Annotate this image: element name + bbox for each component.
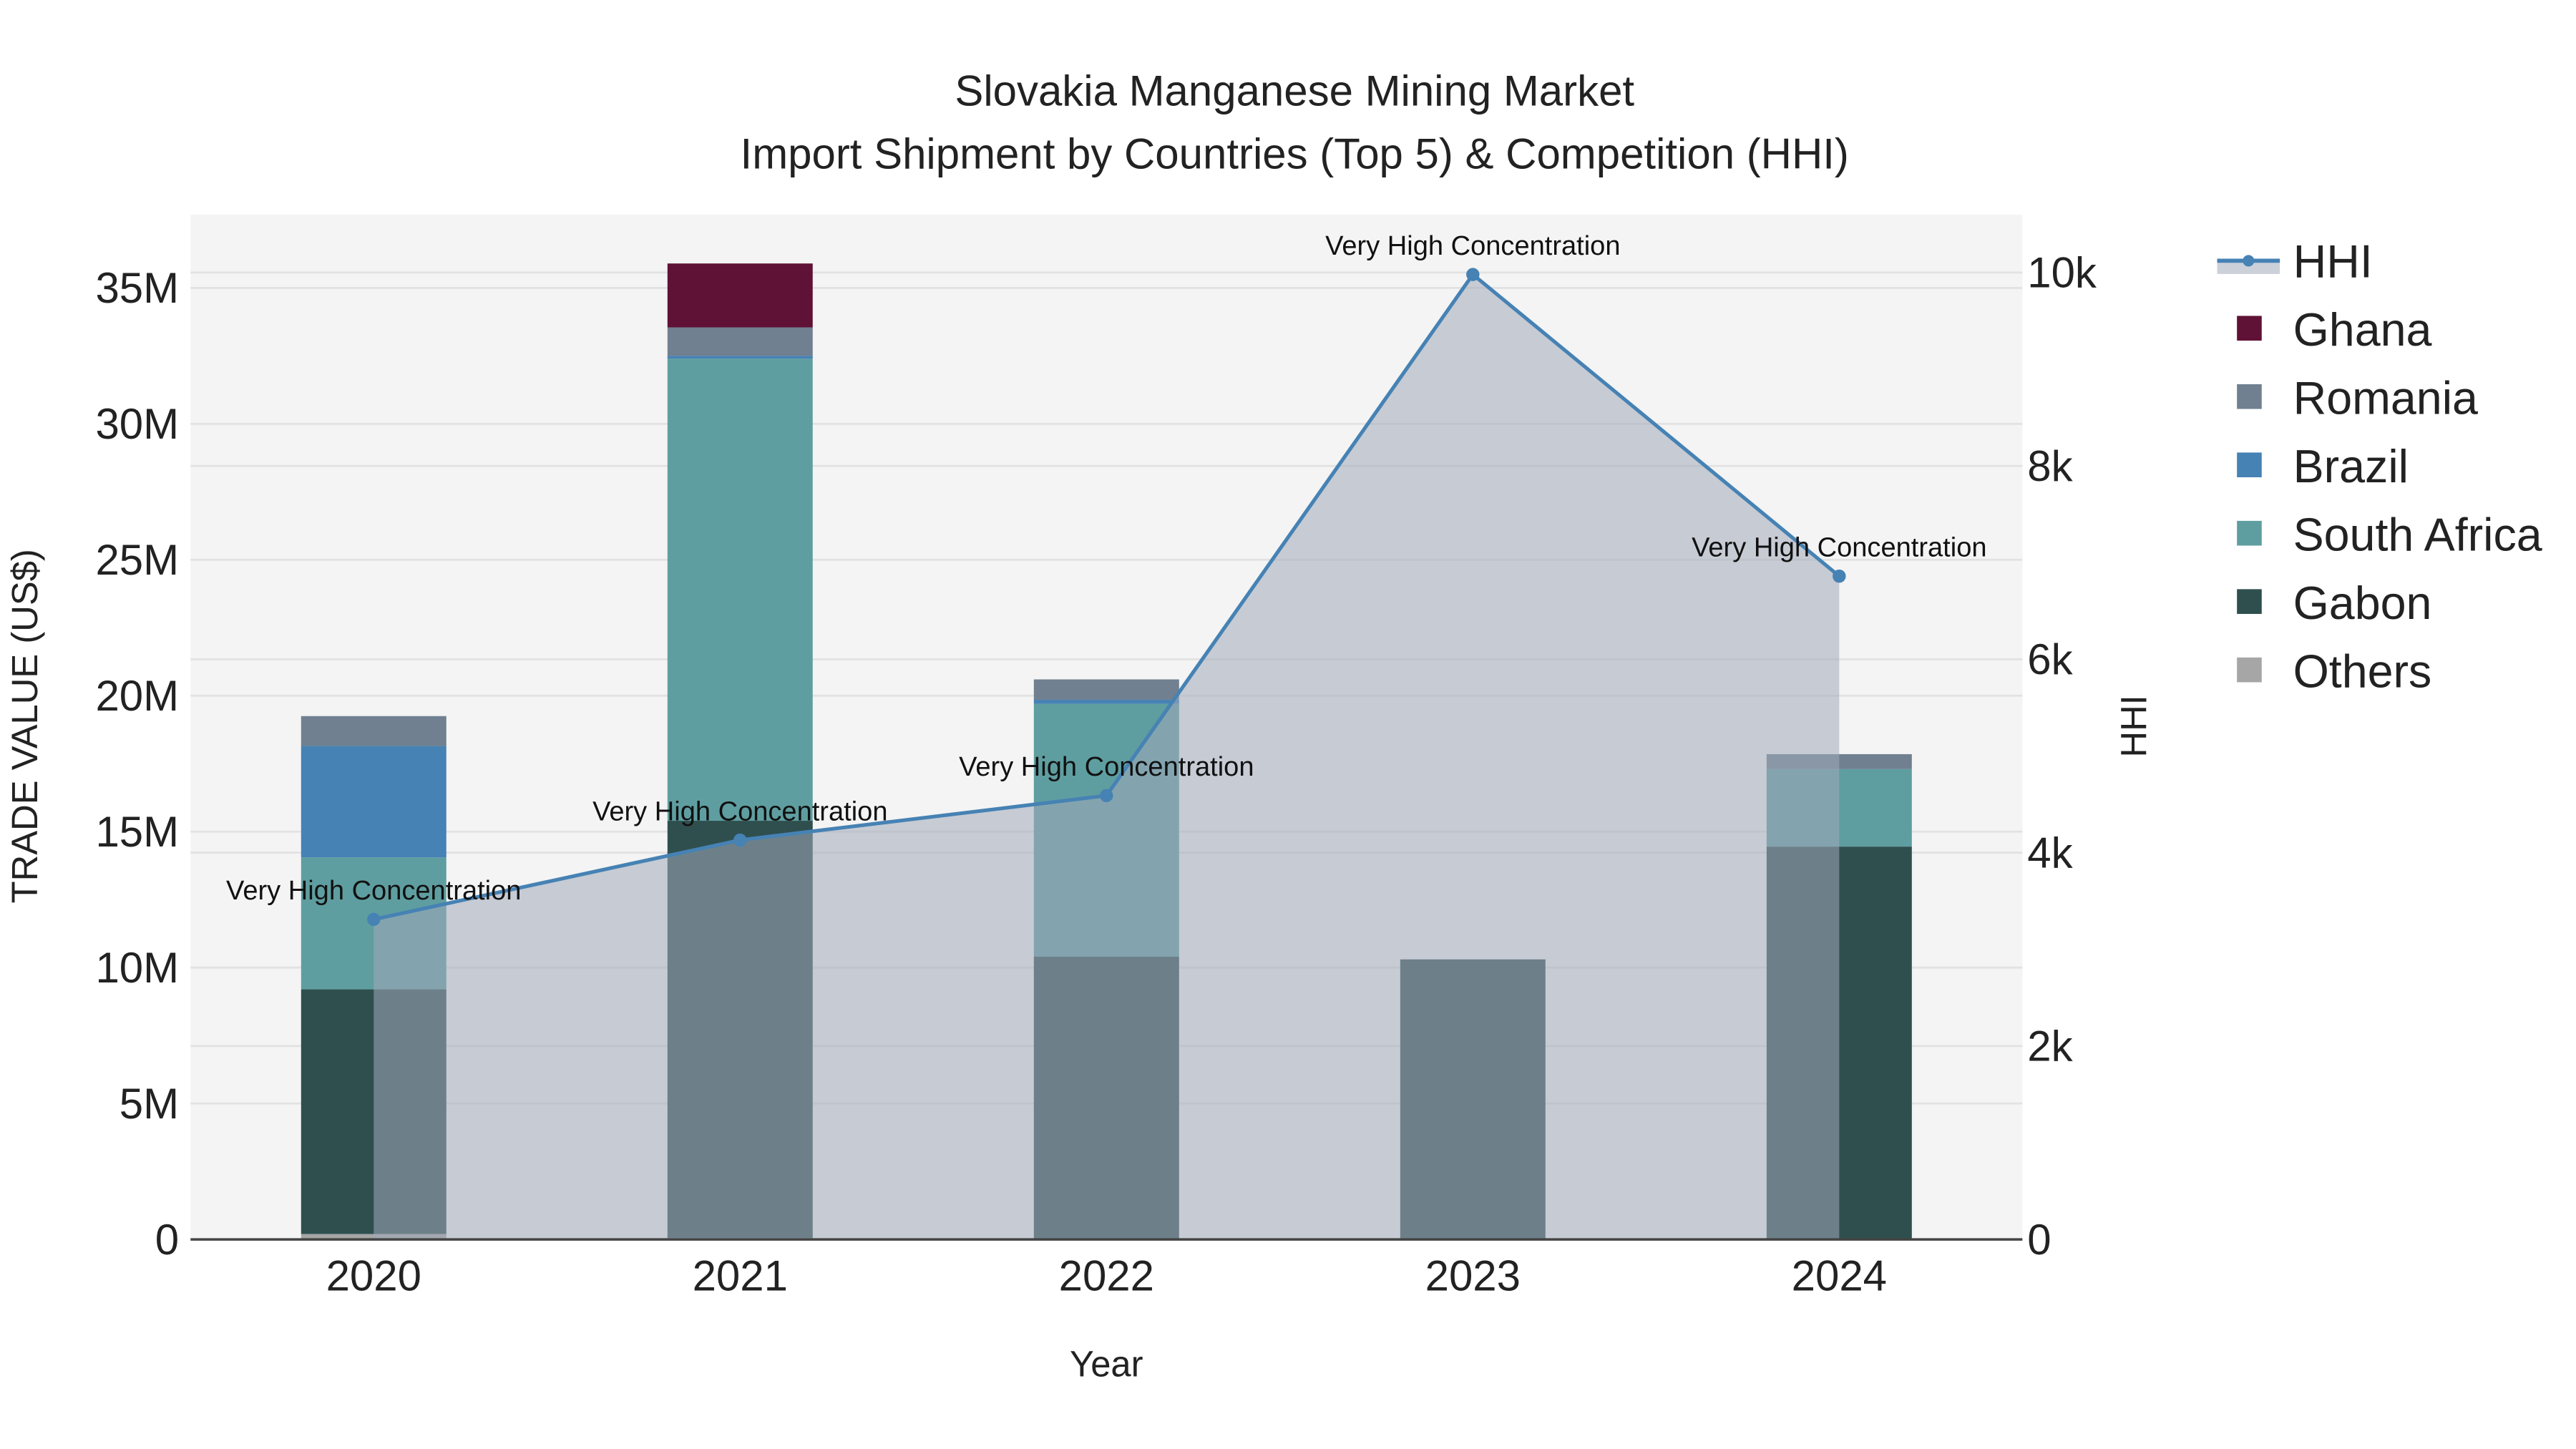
bar-ghana-2021	[667, 263, 813, 328]
x-tick-label: 2022	[1059, 1252, 1154, 1300]
x-tick-label: 2020	[326, 1252, 421, 1300]
y-tick-label: 0	[155, 1216, 179, 1264]
y2-tick-label: 8k	[2027, 442, 2073, 490]
bar-romania-2020	[301, 716, 447, 746]
bar-romania-2021	[667, 327, 813, 356]
hhi-point-2024	[1833, 569, 1846, 583]
hhi-point-2020	[367, 912, 381, 927]
legend-label: Brazil	[2293, 441, 2409, 492]
x-axis-title: Year	[1070, 1344, 1143, 1385]
legend-label: Others	[2293, 645, 2432, 697]
y-tick-label: 35M	[95, 264, 179, 312]
bar-south-africa-2021	[667, 358, 813, 821]
hhi-annotation: Very High Concentration	[592, 796, 887, 826]
y2-tick-label: 4k	[2027, 829, 2073, 877]
chart: Slovakia Manganese Mining Market Import …	[1, 0, 2575, 1449]
x-tick-label: 2024	[1792, 1252, 1887, 1300]
legend-swatch-icon	[2237, 657, 2262, 683]
legend-label: Ghana	[2293, 304, 2432, 356]
y2-axis-title: HHI	[2113, 695, 2154, 757]
legend-swatch-icon	[2237, 384, 2262, 409]
x-tick-label: 2021	[693, 1252, 788, 1300]
y-tick-label: 30M	[95, 400, 179, 448]
bar-brazil-2022	[1033, 699, 1179, 704]
hhi-point-2022	[1100, 789, 1113, 803]
y-tick-label: 25M	[95, 536, 179, 584]
legend-swatch-icon	[2237, 452, 2262, 478]
y-axis-title: TRADE VALUE (US$)	[4, 549, 45, 903]
legend-swatch-icon	[2237, 316, 2262, 341]
legend-label: Romania	[2293, 372, 2478, 424]
legend-label: South Africa	[2293, 509, 2542, 560]
y2-tick-label: 10k	[2027, 249, 2097, 297]
legend-label: Gabon	[2293, 577, 2432, 629]
hhi-annotation: Very High Concentration	[226, 876, 521, 906]
bar-brazil-2020	[301, 746, 447, 858]
bar-brazil-2021	[667, 356, 813, 359]
legend-marker-icon	[2243, 255, 2255, 267]
legend-swatch-icon	[2237, 589, 2262, 614]
legend-swatch-icon	[2237, 520, 2262, 546]
y2-tick-label: 6k	[2027, 635, 2073, 683]
hhi-annotation: Very High Concentration	[1692, 532, 1986, 562]
y-tick-label: 10M	[95, 944, 179, 992]
hhi-point-2023	[1466, 268, 1480, 281]
hhi-point-2021	[733, 833, 747, 847]
legend-label: HHI	[2293, 235, 2373, 287]
y2-tick-label: 2k	[2027, 1023, 2073, 1070]
y2-tick-label: 0	[2027, 1216, 2051, 1264]
x-tick-label: 2023	[1425, 1252, 1521, 1300]
hhi-annotation: Very High Concentration	[1325, 231, 1620, 261]
bar-romania-2022	[1033, 679, 1179, 700]
chart-title: Slovakia Manganese Mining Market	[955, 67, 1634, 115]
y-tick-label: 20M	[95, 672, 179, 720]
hhi-annotation: Very High Concentration	[959, 752, 1254, 782]
chart-subtitle: Import Shipment by Countries (Top 5) & C…	[741, 130, 1849, 177]
y-tick-label: 15M	[95, 808, 179, 856]
y-tick-label: 5M	[119, 1080, 179, 1128]
